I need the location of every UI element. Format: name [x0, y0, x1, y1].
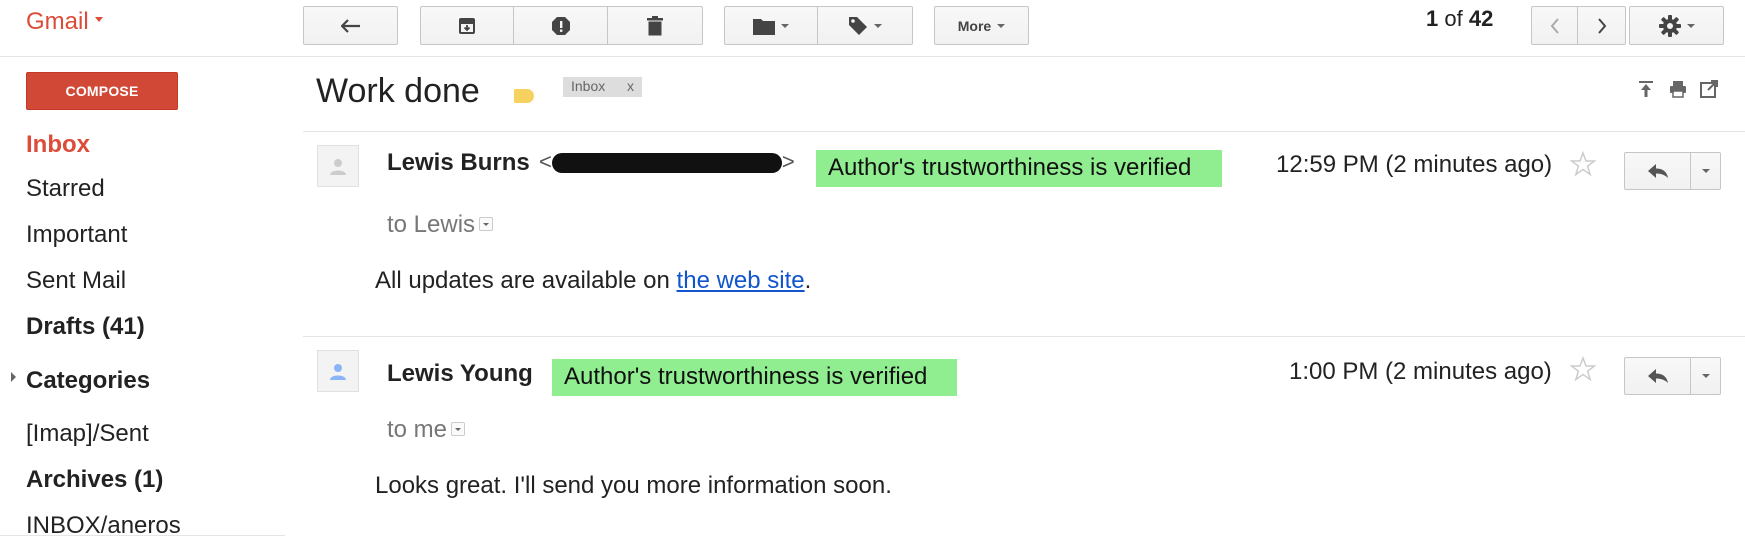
body-text: All updates are available on — [375, 267, 677, 294]
more-label: More — [957, 17, 992, 34]
web-site-link[interactable]: the web site — [677, 267, 805, 294]
new-window-icon[interactable] — [1700, 80, 1718, 98]
more-button[interactable]: More — [934, 6, 1029, 45]
avatar — [317, 145, 359, 187]
star-icon[interactable] — [1570, 151, 1596, 177]
labels-button[interactable] — [818, 7, 912, 44]
thread-subject: Work done — [316, 72, 480, 110]
reply-icon — [1647, 369, 1668, 383]
show-details-icon[interactable] — [451, 421, 466, 436]
message-body: All updates are available on the web sit… — [375, 267, 811, 295]
remove-label-button[interactable]: x — [627, 78, 634, 96]
recipients: to me — [387, 416, 466, 444]
more-actions-button[interactable] — [1691, 153, 1720, 189]
show-details-icon[interactable] — [479, 216, 494, 231]
chevron-down-icon — [1701, 169, 1710, 173]
back-button[interactable] — [303, 6, 398, 45]
newer-button[interactable] — [1532, 7, 1579, 44]
recipients-label: to Lewis — [387, 211, 476, 238]
print-icon[interactable] — [1669, 80, 1687, 98]
pager-current: 1 — [1426, 6, 1439, 31]
older-button[interactable] — [1578, 7, 1625, 44]
chevron-down-icon — [1701, 374, 1710, 378]
person-icon — [330, 159, 346, 175]
reply-button-group — [1624, 357, 1721, 395]
back-arrow-icon — [340, 18, 360, 33]
email-close-bracket: > — [781, 149, 795, 174]
chevron-down-icon — [1686, 23, 1695, 28]
email-open-bracket: < — [539, 149, 552, 174]
chevron-right-icon — [1597, 17, 1606, 34]
inbox-chip-label: Inbox — [571, 78, 606, 94]
reply-button[interactable] — [1625, 358, 1691, 394]
action-button-group — [420, 6, 703, 45]
expand-arrow-icon[interactable] — [11, 372, 16, 382]
sender-name[interactable]: Lewis Young — [387, 360, 533, 388]
chevron-down-icon — [997, 23, 1006, 28]
person-icon — [330, 364, 346, 380]
archive-button[interactable] — [421, 7, 515, 44]
organize-button-group — [724, 6, 913, 45]
pager-count: 1 of 42 — [1426, 6, 1493, 32]
pager-nav-group — [1531, 6, 1626, 45]
redacted-email — [551, 153, 782, 174]
nav-item-drafts[interactable]: Drafts (41) — [26, 313, 145, 341]
recipients: to Lewis — [387, 211, 494, 239]
report-spam-button[interactable] — [514, 7, 608, 44]
pager-of: of — [1444, 6, 1463, 31]
gmail-menu[interactable]: Gmail — [26, 8, 103, 36]
top-toolbar: Gmail More 1 of 42 — [0, 0, 1745, 57]
verified-badge: Author's trustworthiness is verified — [816, 150, 1222, 187]
expand-all-icon[interactable] — [1637, 80, 1655, 98]
app-name: Gmail — [26, 8, 89, 35]
compose-button[interactable]: COMPOSE — [26, 72, 178, 110]
chevron-left-icon — [1550, 17, 1559, 34]
inbox-label-chip: Inbox x — [563, 77, 642, 97]
message-item: Lewis Burns < > Author's trustworthiness … — [303, 131, 1745, 336]
chevron-down-icon — [874, 23, 882, 28]
nav-item-imap-sent[interactable]: [Imap]/Sent — [26, 420, 149, 448]
message-time: 12:59 PM (2 minutes ago) — [1276, 151, 1553, 178]
settings-button[interactable] — [1629, 6, 1724, 45]
importance-marker-icon[interactable] — [514, 89, 534, 103]
delete-button[interactable] — [608, 7, 702, 44]
nav-item-sent-mail[interactable]: Sent Mail — [26, 267, 126, 295]
nav-item-starred[interactable]: Starred — [26, 175, 105, 203]
sender-email: < > — [539, 149, 795, 175]
label-icon — [849, 16, 867, 35]
sender-name[interactable]: Lewis Burns — [387, 149, 530, 177]
divider — [0, 535, 285, 536]
message-time: 1:00 PM (2 minutes ago) — [1289, 358, 1552, 385]
chevron-down-icon — [94, 17, 103, 23]
nav-item-archives[interactable]: Archives (1) — [26, 466, 163, 494]
reply-button[interactable] — [1625, 153, 1691, 189]
gear-icon — [1658, 14, 1681, 37]
trash-icon — [646, 15, 663, 35]
pager-total: 42 — [1468, 6, 1494, 31]
chevron-down-icon — [781, 23, 789, 28]
star-icon[interactable] — [1570, 356, 1596, 382]
folder-icon — [753, 18, 775, 35]
recipients-label: to me — [387, 416, 448, 443]
message-body: Looks great. I'll send you more informat… — [375, 472, 892, 499]
avatar — [317, 350, 359, 392]
nav-item-important[interactable]: Important — [26, 221, 127, 249]
body-text-end: . — [804, 267, 812, 294]
more-actions-button[interactable] — [1691, 358, 1720, 394]
archive-icon — [459, 17, 476, 34]
report-spam-icon — [551, 16, 570, 35]
nav-item-inbox[interactable]: Inbox — [26, 131, 90, 159]
nav-item-categories[interactable]: Categories — [26, 367, 150, 395]
reply-button-group — [1624, 152, 1721, 190]
message-item: Lewis Young Author's trustworthiness is … — [303, 336, 1745, 541]
move-to-button[interactable] — [725, 7, 819, 44]
reply-icon — [1647, 164, 1668, 178]
verified-badge: Author's trustworthiness is verified — [552, 359, 957, 396]
